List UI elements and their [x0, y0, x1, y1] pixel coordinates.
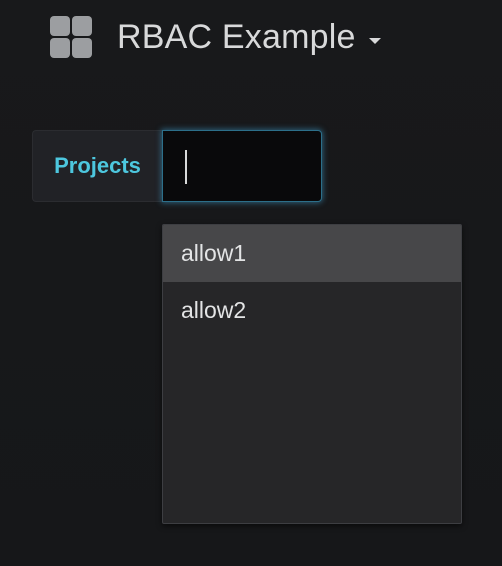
- grid-cell: [50, 38, 70, 58]
- caret-down-icon[interactable]: [368, 38, 381, 44]
- grid-cell: [72, 16, 92, 36]
- grid-icon[interactable]: [50, 16, 92, 58]
- variable-input[interactable]: [162, 130, 322, 202]
- dashboard-title[interactable]: RBAC Example: [117, 14, 356, 60]
- text-cursor: [185, 150, 187, 184]
- variable-label: Projects: [32, 130, 162, 202]
- option-allow1[interactable]: allow1: [163, 225, 461, 282]
- grid-cell: [50, 16, 70, 36]
- variable-options-dropdown: allow1 allow2: [162, 224, 462, 524]
- grid-cell: [72, 38, 92, 58]
- dashboard-header: RBAC Example: [50, 14, 381, 60]
- option-allow2[interactable]: allow2: [163, 282, 461, 339]
